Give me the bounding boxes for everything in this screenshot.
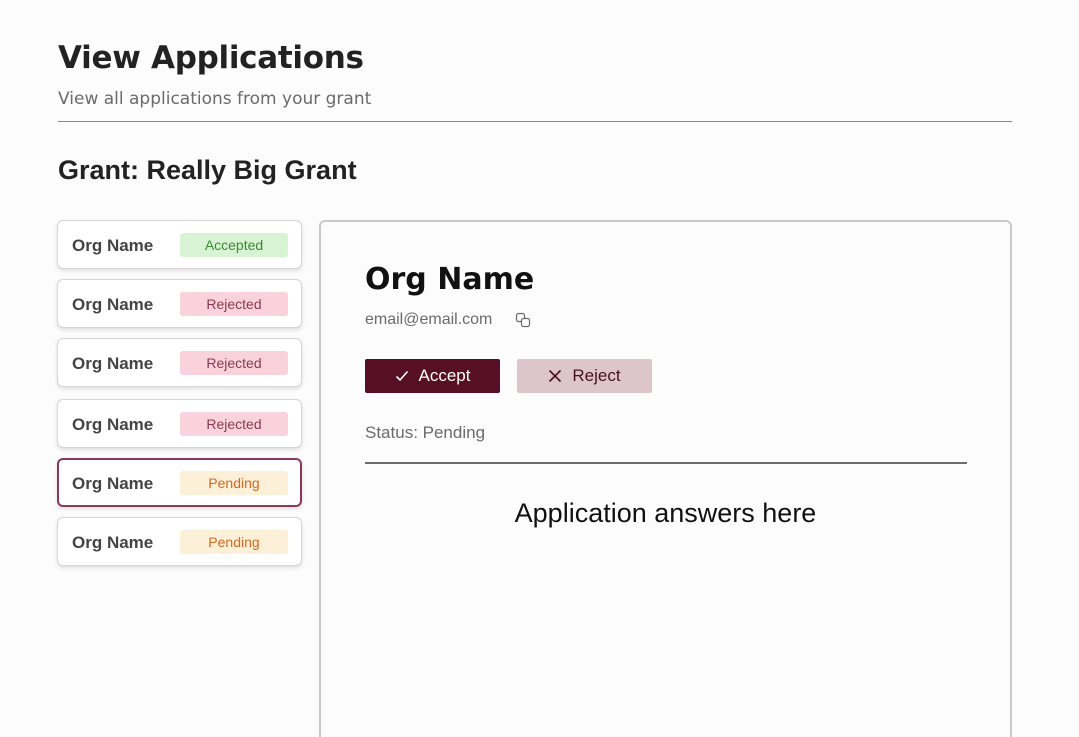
reject-button-label: Reject <box>572 366 621 385</box>
application-item[interactable]: Org Name Rejected <box>57 399 302 448</box>
application-item[interactable]: Org Name Accepted <box>57 220 302 269</box>
close-icon <box>548 369 562 383</box>
application-item-selected[interactable]: Org Name Pending <box>57 458 302 507</box>
application-org-name: Org Name <box>72 533 154 552</box>
page-subtitle: View all applications from your grant <box>58 89 372 109</box>
status-badge: Pending <box>180 471 288 495</box>
status-badge: Accepted <box>180 233 288 257</box>
application-org-name: Org Name <box>72 415 154 434</box>
status-text: Status: Pending <box>365 423 486 442</box>
accept-button-label: Accept <box>418 366 471 385</box>
check-icon <box>395 370 409 382</box>
page: View Applications View all applications … <box>0 0 1079 737</box>
application-item[interactable]: Org Name Rejected <box>57 338 302 387</box>
detail-divider <box>365 462 967 464</box>
copy-icon[interactable] <box>515 312 531 328</box>
detail-email: email@email.com <box>365 311 493 328</box>
status-badge: Pending <box>180 530 288 554</box>
application-item[interactable]: Org Name Pending <box>57 517 302 566</box>
application-org-name: Org Name <box>72 474 154 493</box>
status-badge: Rejected <box>180 351 288 375</box>
application-org-name: Org Name <box>72 354 154 373</box>
application-detail-panel: Org Name email@email.com Accept Reject S… <box>319 220 1012 737</box>
status-badge: Rejected <box>180 412 288 436</box>
page-title: View Applications <box>58 40 364 76</box>
application-org-name: Org Name <box>72 236 154 255</box>
grant-heading: Grant: Really Big Grant <box>58 155 357 185</box>
application-org-name: Org Name <box>72 295 154 314</box>
accept-button[interactable]: Accept <box>365 359 500 393</box>
status-badge: Rejected <box>180 292 288 316</box>
reject-button[interactable]: Reject <box>517 359 652 393</box>
header-divider <box>58 121 1012 122</box>
application-answers: Application answers here <box>514 498 817 528</box>
detail-org-name: Org Name <box>365 262 535 297</box>
application-item[interactable]: Org Name Rejected <box>57 279 302 328</box>
